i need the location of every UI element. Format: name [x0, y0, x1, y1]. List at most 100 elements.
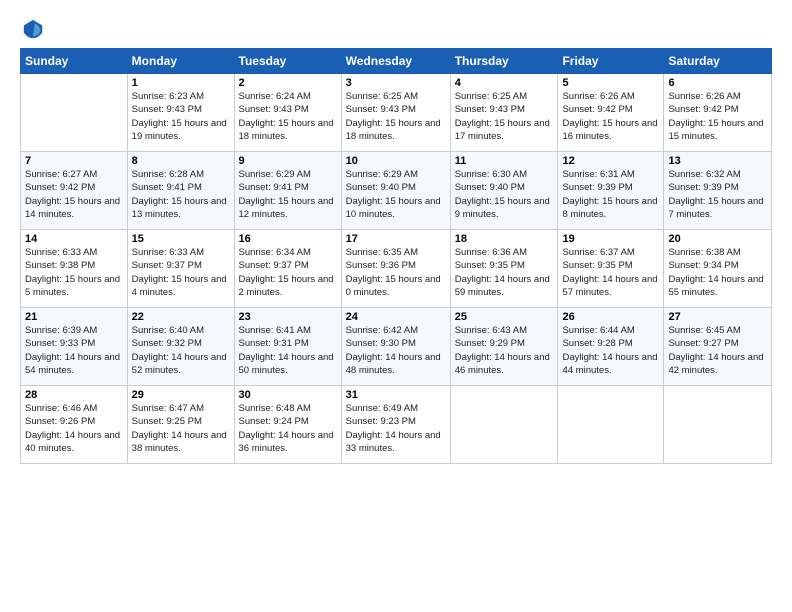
calendar-cell — [558, 386, 664, 464]
day-number: 2 — [239, 77, 337, 89]
day-info: Sunrise: 6:29 AMSunset: 9:40 PMDaylight:… — [346, 169, 441, 220]
calendar-cell: 2 Sunrise: 6:24 AMSunset: 9:43 PMDaylight… — [234, 74, 341, 152]
day-number: 14 — [25, 233, 123, 245]
day-number: 28 — [25, 389, 123, 401]
calendar-cell: 6 Sunrise: 6:26 AMSunset: 9:42 PMDaylight… — [664, 74, 772, 152]
day-info: Sunrise: 6:32 AMSunset: 9:39 PMDaylight:… — [668, 169, 763, 220]
col-sunday: Sunday — [21, 49, 128, 74]
day-number: 25 — [455, 311, 554, 323]
day-info: Sunrise: 6:41 AMSunset: 9:31 PMDaylight:… — [239, 325, 334, 376]
day-info: Sunrise: 6:40 AMSunset: 9:32 PMDaylight:… — [132, 325, 227, 376]
day-number: 16 — [239, 233, 337, 245]
day-number: 23 — [239, 311, 337, 323]
day-number: 19 — [562, 233, 659, 245]
calendar-cell: 16 Sunrise: 6:34 AMSunset: 9:37 PMDayligh… — [234, 230, 341, 308]
week-row: 1Sunrise: 6:23 AMSunset: 9:43 PMDaylight… — [21, 74, 772, 152]
day-info: Sunrise: 6:36 AMSunset: 9:35 PMDaylight:… — [455, 247, 550, 298]
col-thursday: Thursday — [450, 49, 558, 74]
day-number: 29 — [132, 389, 230, 401]
day-info: Sunrise: 6:37 AMSunset: 9:35 PMDaylight:… — [562, 247, 657, 298]
calendar-cell — [664, 386, 772, 464]
day-info: Sunrise: 6:26 AMSunset: 9:42 PMDaylight:… — [668, 91, 763, 142]
calendar-cell: 25Sunrise: 6:43 AMSunset: 9:29 PMDayligh… — [450, 308, 558, 386]
calendar-cell: 14 Sunrise: 6:33 AMSunset: 9:38 PMDayligh… — [21, 230, 128, 308]
day-info: Sunrise: 6:46 AMSunset: 9:26 PMDaylight:… — [25, 403, 120, 454]
day-number: 10 — [346, 155, 446, 167]
calendar-cell: 9 Sunrise: 6:29 AMSunset: 9:41 PMDaylight… — [234, 152, 341, 230]
day-number: 20 — [668, 233, 767, 245]
logo-icon — [22, 18, 44, 40]
calendar-cell: 20 Sunrise: 6:38 AMSunset: 9:34 PMDayligh… — [664, 230, 772, 308]
calendar-cell: 1Sunrise: 6:23 AMSunset: 9:43 PMDaylight… — [127, 74, 234, 152]
day-info: Sunrise: 6:44 AMSunset: 9:28 PMDaylight:… — [562, 325, 657, 376]
calendar-cell: 18 Sunrise: 6:36 AMSunset: 9:35 PMDayligh… — [450, 230, 558, 308]
calendar-cell: 3 Sunrise: 6:25 AMSunset: 9:43 PMDaylight… — [341, 74, 450, 152]
day-info: Sunrise: 6:25 AMSunset: 9:43 PMDaylight:… — [346, 91, 441, 142]
logo — [20, 18, 44, 36]
day-number: 26 — [562, 311, 659, 323]
calendar-cell: 19 Sunrise: 6:37 AMSunset: 9:35 PMDayligh… — [558, 230, 664, 308]
day-number: 17 — [346, 233, 446, 245]
day-number: 3 — [346, 77, 446, 89]
day-number: 12 — [562, 155, 659, 167]
col-friday: Friday — [558, 49, 664, 74]
day-info: Sunrise: 6:33 AMSunset: 9:38 PMDaylight:… — [25, 247, 120, 298]
day-info: Sunrise: 6:26 AMSunset: 9:42 PMDaylight:… — [562, 91, 657, 142]
day-number: 22 — [132, 311, 230, 323]
col-monday: Monday — [127, 49, 234, 74]
day-info: Sunrise: 6:31 AMSunset: 9:39 PMDaylight:… — [562, 169, 657, 220]
col-wednesday: Wednesday — [341, 49, 450, 74]
day-number: 30 — [239, 389, 337, 401]
day-info: Sunrise: 6:25 AMSunset: 9:43 PMDaylight:… — [455, 91, 550, 142]
calendar-cell: 31 Sunrise: 6:49 AMSunset: 9:23 PMDayligh… — [341, 386, 450, 464]
day-info: Sunrise: 6:34 AMSunset: 9:37 PMDaylight:… — [239, 247, 334, 298]
day-number: 31 — [346, 389, 446, 401]
day-number: 9 — [239, 155, 337, 167]
day-number: 27 — [668, 311, 767, 323]
day-number: 24 — [346, 311, 446, 323]
calendar-cell: 10 Sunrise: 6:29 AMSunset: 9:40 PMDayligh… — [341, 152, 450, 230]
col-tuesday: Tuesday — [234, 49, 341, 74]
calendar-cell: 29 Sunrise: 6:47 AMSunset: 9:25 PMDayligh… — [127, 386, 234, 464]
day-info: Sunrise: 6:30 AMSunset: 9:40 PMDaylight:… — [455, 169, 550, 220]
header-row: Sunday Monday Tuesday Wednesday Thursday… — [21, 49, 772, 74]
calendar-cell: 30Sunrise: 6:48 AMSunset: 9:24 PMDayligh… — [234, 386, 341, 464]
calendar-cell: 22 Sunrise: 6:40 AMSunset: 9:32 PMDayligh… — [127, 308, 234, 386]
day-info: Sunrise: 6:33 AMSunset: 9:37 PMDaylight:… — [132, 247, 227, 298]
week-row: 14 Sunrise: 6:33 AMSunset: 9:38 PMDayligh… — [21, 230, 772, 308]
calendar-cell: 26 Sunrise: 6:44 AMSunset: 9:28 PMDayligh… — [558, 308, 664, 386]
calendar-cell: 5Sunrise: 6:26 AMSunset: 9:42 PMDaylight… — [558, 74, 664, 152]
day-number: 1 — [132, 77, 230, 89]
day-number: 15 — [132, 233, 230, 245]
calendar-cell: 12 Sunrise: 6:31 AMSunset: 9:39 PMDayligh… — [558, 152, 664, 230]
calendar-cell: 7Sunrise: 6:27 AMSunset: 9:42 PMDaylight… — [21, 152, 128, 230]
day-info: Sunrise: 6:39 AMSunset: 9:33 PMDaylight:… — [25, 325, 120, 376]
day-number: 21 — [25, 311, 123, 323]
week-row: 7Sunrise: 6:27 AMSunset: 9:42 PMDaylight… — [21, 152, 772, 230]
day-number: 6 — [668, 77, 767, 89]
calendar-cell: 15 Sunrise: 6:33 AMSunset: 9:37 PMDayligh… — [127, 230, 234, 308]
day-info: Sunrise: 6:47 AMSunset: 9:25 PMDaylight:… — [132, 403, 227, 454]
day-info: Sunrise: 6:35 AMSunset: 9:36 PMDaylight:… — [346, 247, 441, 298]
day-number: 4 — [455, 77, 554, 89]
calendar-cell: 23 Sunrise: 6:41 AMSunset: 9:31 PMDayligh… — [234, 308, 341, 386]
day-info: Sunrise: 6:38 AMSunset: 9:34 PMDaylight:… — [668, 247, 763, 298]
day-number: 7 — [25, 155, 123, 167]
day-info: Sunrise: 6:24 AMSunset: 9:43 PMDaylight:… — [239, 91, 334, 142]
day-info: Sunrise: 6:29 AMSunset: 9:41 PMDaylight:… — [239, 169, 334, 220]
col-saturday: Saturday — [664, 49, 772, 74]
calendar-cell: 4 Sunrise: 6:25 AMSunset: 9:43 PMDaylight… — [450, 74, 558, 152]
calendar-cell: 21 Sunrise: 6:39 AMSunset: 9:33 PMDayligh… — [21, 308, 128, 386]
day-number: 13 — [668, 155, 767, 167]
day-number: 8 — [132, 155, 230, 167]
day-number: 11 — [455, 155, 554, 167]
calendar-cell: 28 Sunrise: 6:46 AMSunset: 9:26 PMDayligh… — [21, 386, 128, 464]
header — [20, 18, 772, 36]
day-info: Sunrise: 6:49 AMSunset: 9:23 PMDaylight:… — [346, 403, 441, 454]
day-number: 18 — [455, 233, 554, 245]
day-info: Sunrise: 6:28 AMSunset: 9:41 PMDaylight:… — [132, 169, 227, 220]
calendar-cell: 17 Sunrise: 6:35 AMSunset: 9:36 PMDayligh… — [341, 230, 450, 308]
calendar-cell — [450, 386, 558, 464]
day-info: Sunrise: 6:45 AMSunset: 9:27 PMDaylight:… — [668, 325, 763, 376]
calendar-cell: 13 Sunrise: 6:32 AMSunset: 9:39 PMDayligh… — [664, 152, 772, 230]
